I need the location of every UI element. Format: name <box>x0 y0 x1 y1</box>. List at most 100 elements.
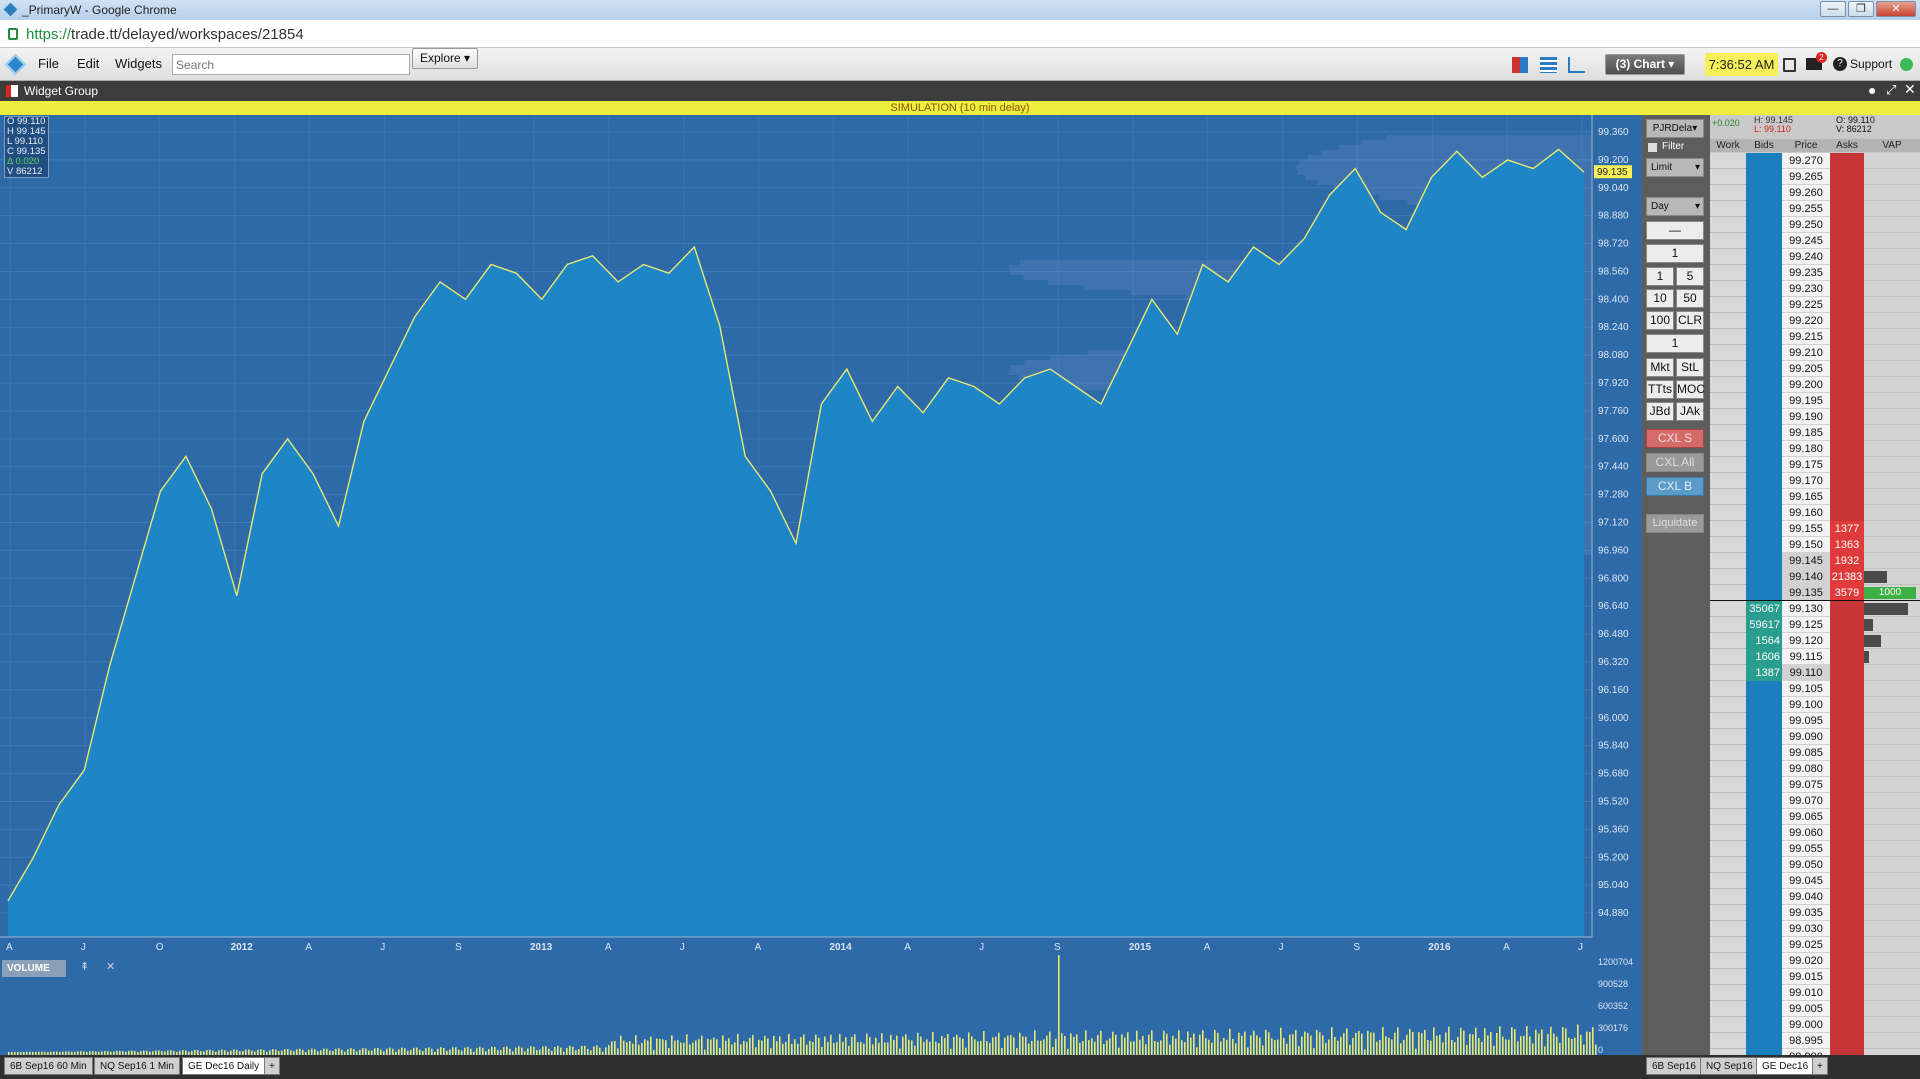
work-cell[interactable] <box>1710 297 1746 313</box>
ladder-row[interactable]: 99.245 <box>1710 233 1920 249</box>
ladder-row[interactable]: 98.995 <box>1710 1033 1920 1049</box>
ask-cell[interactable] <box>1830 345 1864 361</box>
work-cell[interactable] <box>1710 649 1746 665</box>
volume-chart[interactable]: 1200704 900528 600352 300176 0 <box>0 955 1642 1055</box>
bid-cell[interactable]: 1564 <box>1746 633 1782 649</box>
ladder-row[interactable]: 99.045 <box>1710 873 1920 889</box>
ask-cell[interactable] <box>1830 665 1864 681</box>
minimize-widget-icon[interactable]: ● <box>1868 82 1876 98</box>
work-cell[interactable] <box>1710 377 1746 393</box>
work-cell[interactable] <box>1710 185 1746 201</box>
ask-cell[interactable] <box>1830 393 1864 409</box>
ask-cell[interactable] <box>1830 185 1864 201</box>
work-cell[interactable] <box>1710 217 1746 233</box>
ask-cell[interactable]: 1377 <box>1830 521 1864 537</box>
ladder-row[interactable]: 99.105 <box>1710 681 1920 697</box>
bid-cell[interactable] <box>1746 985 1782 1001</box>
bid-cell[interactable] <box>1746 697 1782 713</box>
bid-cell[interactable]: 1387 <box>1746 665 1782 681</box>
work-cell[interactable] <box>1710 1017 1746 1033</box>
work-cell[interactable] <box>1710 457 1746 473</box>
ask-cell[interactable] <box>1830 905 1864 921</box>
bid-cell[interactable] <box>1746 265 1782 281</box>
ladder-row[interactable]: 99.195 <box>1710 393 1920 409</box>
ladder-row[interactable]: 99.020 <box>1710 953 1920 969</box>
ask-cell[interactable] <box>1830 809 1864 825</box>
bid-cell[interactable] <box>1746 777 1782 793</box>
bid-cell[interactable] <box>1746 1033 1782 1049</box>
support-link[interactable]: Support <box>1850 57 1892 71</box>
work-cell[interactable] <box>1710 745 1746 761</box>
work-cell[interactable] <box>1710 521 1746 537</box>
work-cell[interactable] <box>1710 873 1746 889</box>
work-cell[interactable] <box>1710 1033 1746 1049</box>
work-cell[interactable] <box>1710 937 1746 953</box>
ladder-row[interactable]: 99.220 <box>1710 313 1920 329</box>
ladder-row[interactable]: 99.175 <box>1710 457 1920 473</box>
chart-icon[interactable] <box>1568 57 1585 73</box>
bid-cell[interactable] <box>1746 217 1782 233</box>
ladder-row[interactable]: 99.090 <box>1710 729 1920 745</box>
bid-cell[interactable]: 1606 <box>1746 649 1782 665</box>
bid-cell[interactable] <box>1746 921 1782 937</box>
ask-cell[interactable] <box>1830 617 1864 633</box>
bid-cell[interactable] <box>1746 953 1782 969</box>
ladder-row[interactable]: 99.015 <box>1710 969 1920 985</box>
work-cell[interactable] <box>1710 985 1746 1001</box>
market-order-button[interactable]: Mkt <box>1646 358 1674 377</box>
ask-cell[interactable] <box>1830 681 1864 697</box>
ask-cell[interactable] <box>1830 425 1864 441</box>
bid-cell[interactable] <box>1746 297 1782 313</box>
ladder-row[interactable]: 1387 99.110 <box>1710 665 1920 681</box>
bid-cell[interactable] <box>1746 681 1782 697</box>
work-cell[interactable] <box>1710 409 1746 425</box>
filter-checkbox[interactable] <box>1648 143 1657 152</box>
tt-logo-icon[interactable] <box>4 53 27 76</box>
bid-cell[interactable] <box>1746 489 1782 505</box>
ladder-row[interactable]: 99.215 <box>1710 329 1920 345</box>
ladder-row[interactable]: 99.025 <box>1710 937 1920 953</box>
ask-cell[interactable] <box>1830 297 1864 313</box>
layout-icon[interactable] <box>1512 57 1528 73</box>
ladder-row[interactable]: 99.000 <box>1710 1017 1920 1033</box>
ask-cell[interactable] <box>1830 953 1864 969</box>
bid-cell[interactable] <box>1746 441 1782 457</box>
work-cell[interactable] <box>1710 505 1746 521</box>
ladder-row[interactable]: 99.160 <box>1710 505 1920 521</box>
bid-cell[interactable] <box>1746 169 1782 185</box>
ask-cell[interactable] <box>1830 505 1864 521</box>
work-cell[interactable] <box>1710 281 1746 297</box>
bid-cell[interactable] <box>1746 393 1782 409</box>
work-cell[interactable] <box>1710 201 1746 217</box>
ladder-row[interactable]: 1606 99.115 <box>1710 649 1920 665</box>
ask-cell[interactable] <box>1830 713 1864 729</box>
ask-cell[interactable] <box>1830 409 1864 425</box>
quantity-field-2[interactable]: 1 <box>1646 334 1704 353</box>
bid-cell[interactable] <box>1746 873 1782 889</box>
ladder-row[interactable]: 99.240 <box>1710 249 1920 265</box>
work-cell[interactable] <box>1710 153 1746 169</box>
ladder-row[interactable]: 35067 99.130 <box>1710 601 1920 617</box>
ladder-row[interactable]: 99.260 <box>1710 185 1920 201</box>
bid-cell[interactable] <box>1746 585 1782 601</box>
ladder-row[interactable]: 99.270 <box>1710 153 1920 169</box>
ask-cell[interactable] <box>1830 857 1864 873</box>
work-cell[interactable] <box>1710 569 1746 585</box>
ladder-row[interactable]: 99.085 <box>1710 745 1920 761</box>
work-cell[interactable] <box>1710 361 1746 377</box>
ask-cell[interactable] <box>1830 729 1864 745</box>
bid-cell[interactable] <box>1746 969 1782 985</box>
ladder-row[interactable]: 99.100 <box>1710 697 1920 713</box>
ask-cell[interactable] <box>1830 281 1864 297</box>
bid-cell[interactable] <box>1746 313 1782 329</box>
ladder-row[interactable]: 99.040 <box>1710 889 1920 905</box>
save-icon[interactable] <box>1783 58 1796 72</box>
ladder-row[interactable]: 99.060 <box>1710 825 1920 841</box>
ladder-row[interactable]: 99.075 <box>1710 777 1920 793</box>
ask-cell[interactable] <box>1830 889 1864 905</box>
work-cell[interactable] <box>1710 889 1746 905</box>
bid-cell[interactable] <box>1746 457 1782 473</box>
bid-cell[interactable] <box>1746 249 1782 265</box>
work-cell[interactable] <box>1710 345 1746 361</box>
ladder-row[interactable]: 99.225 <box>1710 297 1920 313</box>
